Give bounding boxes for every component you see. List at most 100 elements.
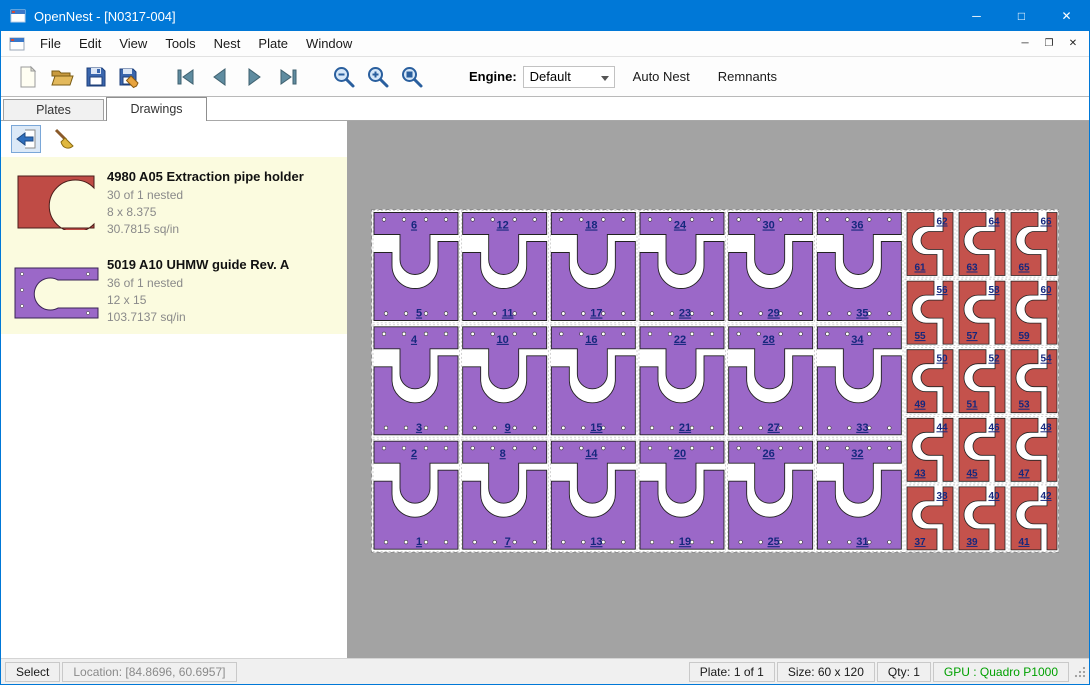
open-button[interactable] <box>45 61 79 93</box>
nest-cell[interactable]: 6463 <box>957 211 1007 278</box>
tab-drawings[interactable]: Drawings <box>106 97 207 121</box>
part-number-label: 54 <box>1040 354 1052 365</box>
first-arrow-icon <box>174 65 198 89</box>
nest-cell[interactable]: 3635 <box>816 211 903 323</box>
zoom-in-button[interactable] <box>361 61 395 93</box>
nest-cell[interactable]: 4039 <box>957 485 1007 552</box>
nest-cell[interactable]: 3837 <box>905 485 955 552</box>
menu-item-edit[interactable]: Edit <box>70 32 110 55</box>
drawings-list: 4980 A05 Extraction pipe holder 30 of 1 … <box>1 157 347 334</box>
drill-hole <box>602 446 606 450</box>
menu-item-tools[interactable]: Tools <box>156 32 204 55</box>
engine-select[interactable]: Default <box>523 66 615 88</box>
nest-cell[interactable]: 65 <box>373 211 460 323</box>
drill-hole <box>384 426 388 430</box>
last-plate-button[interactable] <box>271 61 305 93</box>
part-number-label: 14 <box>585 448 598 460</box>
next-plate-button[interactable] <box>237 61 271 93</box>
document-icon[interactable] <box>9 36 25 52</box>
nest-cell[interactable]: 6665 <box>1009 211 1059 278</box>
menu-item-file[interactable]: File <box>31 32 70 55</box>
mdi-restore-button[interactable]: ❐ <box>1037 33 1061 55</box>
resize-grip[interactable] <box>1073 665 1087 679</box>
new-file-icon <box>16 65 40 89</box>
previous-plate-button[interactable] <box>203 61 237 93</box>
plate-qty: Qty: 1 <box>877 662 931 682</box>
part-number-label: 43 <box>914 468 926 479</box>
zoom-fit-button[interactable] <box>395 61 429 93</box>
nest-cell[interactable]: 1211 <box>462 211 549 323</box>
part-number-label: 16 <box>585 334 597 346</box>
drill-hole <box>846 218 850 222</box>
nest-plate-svg[interactable]: 6512111817242330293635431091615222128273… <box>371 209 1059 553</box>
purple-part-shape <box>10 260 105 320</box>
part-number-label: 47 <box>1018 468 1030 479</box>
nest-cell[interactable]: 2827 <box>728 325 815 437</box>
zoom-in-icon <box>366 65 390 89</box>
nest-canvas[interactable]: 6512111817242330293635431091615222128273… <box>347 121 1089 658</box>
nest-cell[interactable]: 4443 <box>905 416 955 483</box>
chevron-down-icon <box>601 76 609 81</box>
nest-cell[interactable]: 3231 <box>816 439 903 551</box>
menu-item-nest[interactable]: Nest <box>205 32 250 55</box>
import-drawing-button[interactable] <box>11 125 41 153</box>
nest-cell[interactable]: 4847 <box>1009 416 1059 483</box>
nest-cell[interactable]: 6261 <box>905 211 955 278</box>
nest-cell[interactable]: 2625 <box>728 439 815 551</box>
nest-cell[interactable]: 3029 <box>728 211 815 323</box>
nest-cell[interactable]: 2221 <box>639 325 726 437</box>
drill-hole <box>739 426 743 430</box>
plate-count: Plate: 1 of 1 <box>689 662 775 682</box>
nest-cell[interactable]: 1413 <box>550 439 637 551</box>
drill-hole <box>444 426 448 430</box>
nest-cell[interactable]: 2019 <box>639 439 726 551</box>
remnants-button[interactable]: Remnants <box>708 63 787 90</box>
list-item[interactable]: 5019 A10 UHMW guide Rev. A 36 of 1 neste… <box>1 245 347 333</box>
drill-hole <box>710 218 714 222</box>
nest-cell[interactable]: 5049 <box>905 348 955 415</box>
menu-item-plate[interactable]: Plate <box>249 32 297 55</box>
nest-cell[interactable]: 5857 <box>957 279 1007 346</box>
nest-cell[interactable]: 1615 <box>550 325 637 437</box>
save-button[interactable] <box>79 61 113 93</box>
nest-cell[interactable]: 21 <box>373 439 460 551</box>
close-button[interactable]: ✕ <box>1044 1 1089 31</box>
save-as-button[interactable] <box>113 61 147 93</box>
nest-cell[interactable]: 87 <box>462 439 549 551</box>
nest-cell[interactable]: 43 <box>373 325 460 437</box>
mdi-close-button[interactable]: ✕ <box>1061 33 1085 55</box>
nest-cell[interactable]: 1817 <box>550 211 637 323</box>
tab-plates[interactable]: Plates <box>3 99 104 120</box>
nest-cell[interactable]: 5655 <box>905 279 955 346</box>
zoom-out-button[interactable] <box>327 61 361 93</box>
nest-cell[interactable]: 6059 <box>1009 279 1059 346</box>
nest-cell[interactable]: 5251 <box>957 348 1007 415</box>
minimize-button[interactable]: ─ <box>954 1 999 31</box>
nest-cell[interactable]: 2423 <box>639 211 726 323</box>
nest-cell[interactable]: 5453 <box>1009 348 1059 415</box>
nest-cell[interactable]: 3433 <box>816 325 903 437</box>
list-item[interactable]: 4980 A05 Extraction pipe holder 30 of 1 … <box>1 157 347 245</box>
plate-sheet[interactable]: 6512111817242330293635431091615222128273… <box>371 209 1059 553</box>
drill-hole <box>826 332 830 336</box>
part-number-label: 7 <box>505 536 511 548</box>
mdi-minimize-button[interactable]: ─ <box>1013 33 1037 55</box>
nest-cell[interactable]: 109 <box>462 325 549 437</box>
drill-hole <box>710 446 714 450</box>
nest-cell[interactable]: 4645 <box>957 416 1007 483</box>
drill-hole <box>888 540 892 544</box>
clear-drawings-button[interactable] <box>49 125 79 153</box>
save-as-icon <box>118 65 142 89</box>
broom-icon <box>52 127 76 151</box>
nest-cell[interactable]: 4241 <box>1009 485 1059 552</box>
part-thumbnail <box>7 165 107 237</box>
drill-hole <box>533 446 537 450</box>
menu-item-window[interactable]: Window <box>297 32 361 55</box>
new-button[interactable] <box>11 61 45 93</box>
menu-item-view[interactable]: View <box>110 32 156 55</box>
drill-hole <box>382 218 386 222</box>
drill-hole <box>799 218 803 222</box>
maximize-button[interactable]: □ <box>999 1 1044 31</box>
first-plate-button[interactable] <box>169 61 203 93</box>
auto-nest-button[interactable]: Auto Nest <box>623 63 700 90</box>
